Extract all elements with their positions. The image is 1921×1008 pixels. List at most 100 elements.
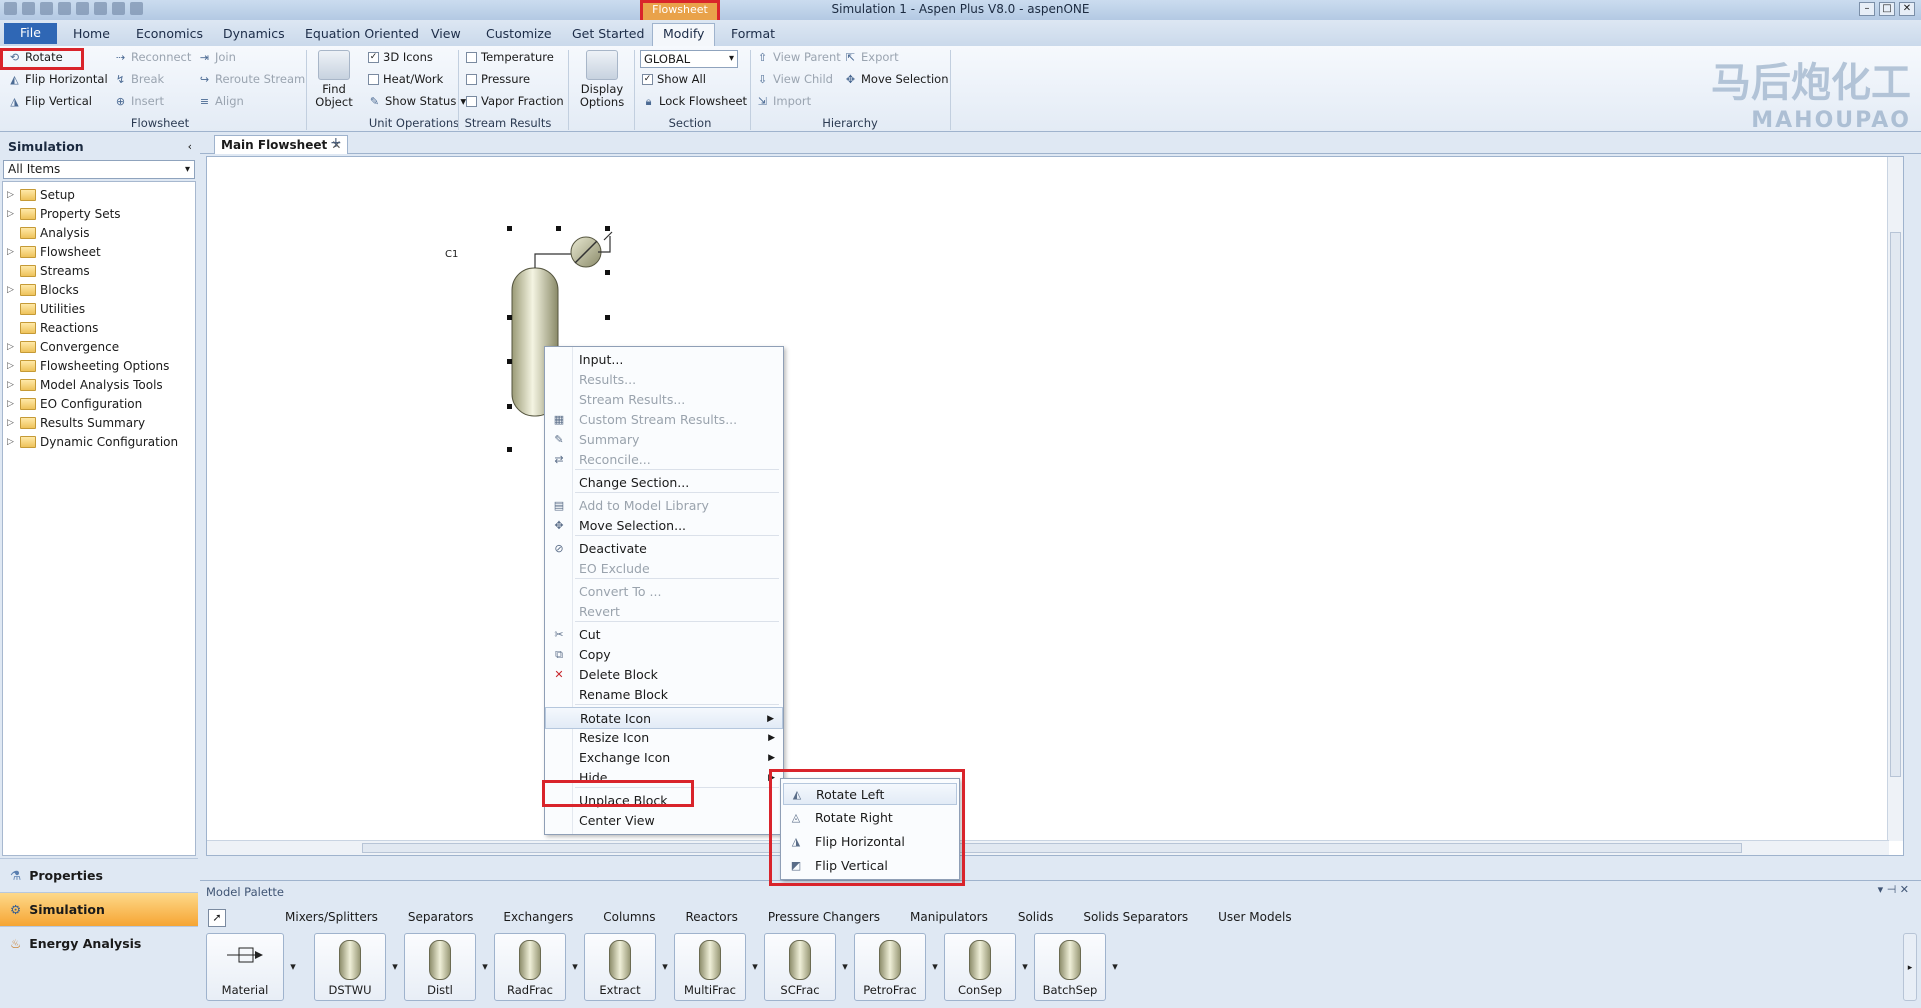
pressure-checkbox[interactable]: Pressure <box>466 72 530 86</box>
reroute-stream-button[interactable]: ↪ Reroute Stream <box>198 72 305 86</box>
palette-tab-solids[interactable]: Solids <box>1003 907 1069 927</box>
palette-item-extract[interactable]: Extract <box>584 933 656 1001</box>
menu-item-unplace-block[interactable]: Unplace Block <box>545 790 783 812</box>
menu-item-reconcile[interactable]: ⇄ Reconcile... <box>545 449 783 471</box>
palette-tab-columns[interactable]: Columns <box>588 907 670 927</box>
tree-item-convergence[interactable]: ▷ Convergence <box>3 337 195 356</box>
submenu-item-rotate-left[interactable]: ◭ Rotate Left <box>783 783 957 805</box>
expand-arrow-icon[interactable]: ▷ <box>7 190 17 200</box>
palette-tab-reactors[interactable]: Reactors <box>670 907 752 927</box>
temperature-checkbox[interactable]: Temperature <box>466 50 554 64</box>
palette-tab-user-models[interactable]: User Models <box>1203 907 1306 927</box>
menu-item-results[interactable]: Results... <box>545 369 783 391</box>
tab-format[interactable]: Format <box>731 24 775 44</box>
menu-item-eo-exclude[interactable]: EO Exclude <box>545 558 783 580</box>
tree-item-eo-configuration[interactable]: ▷ EO Configuration <box>3 394 195 413</box>
tab-view[interactable]: View <box>431 24 461 44</box>
chevron-down-icon[interactable]: ▾ <box>566 933 584 1001</box>
palette-tab-pressure-changers[interactable]: Pressure Changers <box>753 907 895 927</box>
menu-item-revert[interactable]: Revert <box>545 601 783 623</box>
tree-item-reactions[interactable]: Reactions <box>3 318 195 337</box>
selection-handle[interactable] <box>507 359 512 364</box>
expand-arrow-icon[interactable]: ▷ <box>7 342 17 352</box>
tab-equation-oriented[interactable]: Equation Oriented <box>305 24 419 44</box>
expand-arrow-icon[interactable]: ▷ <box>7 399 17 409</box>
chevron-down-icon[interactable]: ▾ <box>476 933 494 1001</box>
move-selection-button[interactable]: ✥ Move Selection <box>844 72 949 86</box>
tab-customize[interactable]: Customize <box>486 24 552 44</box>
expand-arrow-icon[interactable]: ▷ <box>7 285 17 295</box>
tab-economics[interactable]: Economics <box>136 24 203 44</box>
expand-arrow-icon[interactable]: ▷ <box>7 361 17 371</box>
filter-select[interactable]: All Items <box>3 160 195 179</box>
expand-arrow-icon[interactable]: ▷ <box>7 380 17 390</box>
reconnect-button[interactable]: ⇢ Reconnect <box>114 50 192 64</box>
menu-item-add-to-model-library[interactable]: ▤ Add to Model Library <box>545 495 783 517</box>
break-button[interactable]: ↯ Break <box>114 72 164 86</box>
menu-item-exchange-icon[interactable]: Exchange Icon ▶ <box>545 747 783 769</box>
palette-tab-exchangers[interactable]: Exchangers <box>488 907 588 927</box>
menu-item-deactivate[interactable]: ⊘ Deactivate <box>545 538 783 560</box>
palette-item-radfrac[interactable]: RadFrac <box>494 933 566 1001</box>
rotate-button[interactable]: ⟲ Rotate <box>8 50 63 64</box>
selection-handle[interactable] <box>507 447 512 452</box>
menu-item-cut[interactable]: ✂ Cut <box>545 624 783 646</box>
tree-item-flowsheeting-options[interactable]: ▷ Flowsheeting Options <box>3 356 195 375</box>
menu-item-convert-to[interactable]: Convert To ... <box>545 581 783 603</box>
menu-item-hide[interactable]: Hide ▶ <box>545 767 783 789</box>
tab-get-started[interactable]: Get Started <box>572 24 644 44</box>
tab-main-flowsheet[interactable]: Main Flowsheet ✕ <box>214 135 349 154</box>
palette-tab-mixers-splitters[interactable]: Mixers/Splitters <box>270 907 393 927</box>
chevron-down-icon[interactable]: ▾ <box>1106 933 1124 1001</box>
tree-item-blocks[interactable]: ▷ Blocks <box>3 280 195 299</box>
menu-item-summary[interactable]: ✎ Summary <box>545 429 783 451</box>
palette-item-batchsep[interactable]: BatchSep <box>1034 933 1106 1001</box>
flip-vertical-button[interactable]: ◮ Flip Vertical <box>8 94 92 108</box>
menu-item-custom-stream-results[interactable]: ▦ Custom Stream Results... <box>545 409 783 431</box>
nav-simulation[interactable]: ⚙ Simulation <box>0 892 198 926</box>
submenu-item-flip-horizontal[interactable]: ◮ Flip Horizontal <box>783 831 957 853</box>
tree-item-results-summary[interactable]: ▷ Results Summary <box>3 413 195 432</box>
menu-item-rename-block[interactable]: Rename Block <box>545 684 783 706</box>
palette-tab-manipulators[interactable]: Manipulators <box>895 907 1003 927</box>
tree-item-streams[interactable]: Streams <box>3 261 195 280</box>
collapse-pane-icon[interactable]: ‹ <box>188 140 192 153</box>
palette-item-material[interactable]: Material <box>206 933 284 1001</box>
show-all-checkbox[interactable]: ✓ Show All <box>642 72 706 86</box>
selection-handle[interactable] <box>507 315 512 320</box>
section-combo[interactable]: GLOBAL <box>640 50 738 68</box>
join-button[interactable]: ⇥ Join <box>198 50 236 64</box>
selection-handle[interactable] <box>507 404 512 409</box>
palette-item-distl[interactable]: Distl <box>404 933 476 1001</box>
lock-flowsheet-button[interactable]: 🔒︎ Lock Flowsheet <box>642 94 748 108</box>
heat-work-checkbox[interactable]: Heat/Work <box>368 72 443 86</box>
menu-item-input[interactable]: Input... <box>545 349 783 371</box>
align-button[interactable]: ≡ Align <box>198 94 244 108</box>
display-options-button[interactable]: Display Options <box>574 50 630 109</box>
horizontal-scroll-thumb[interactable] <box>362 843 1742 853</box>
view-child-button[interactable]: ⇩ View Child <box>756 72 833 86</box>
tree-item-model-analysis-tools[interactable]: ▷ Model Analysis Tools <box>3 375 195 394</box>
chevron-down-icon[interactable]: ▾ <box>746 933 764 1001</box>
expand-arrow-icon[interactable]: ▷ <box>7 418 17 428</box>
menu-item-delete-block[interactable]: ✕ Delete Block <box>545 664 783 686</box>
maximize-button[interactable]: □ <box>1879 2 1895 16</box>
nav-energy-analysis[interactable]: ♨ Energy Analysis <box>0 926 198 960</box>
tree-item-flowsheet[interactable]: ▷ Flowsheet <box>3 242 195 261</box>
tree-item-dynamic-configuration[interactable]: ▷ Dynamic Configuration <box>3 432 195 451</box>
flip-horizontal-button[interactable]: ◭ Flip Horizontal <box>8 72 107 86</box>
palette-item-scfrac[interactable]: SCFrac <box>764 933 836 1001</box>
chevron-down-icon[interactable]: ▾ <box>1016 933 1034 1001</box>
chevron-down-icon[interactable]: ▾ <box>656 933 674 1001</box>
submenu-item-rotate-right[interactable]: ◬ Rotate Right <box>783 807 957 829</box>
vapor-fraction-checkbox[interactable]: Vapor Fraction <box>466 94 564 108</box>
add-tab-icon[interactable]: + <box>330 135 342 151</box>
selection-handle[interactable] <box>507 226 512 231</box>
tree-item-property-sets[interactable]: ▷ Property Sets <box>3 204 195 223</box>
vertical-scrollbar[interactable] <box>1887 157 1903 841</box>
selection-handle[interactable] <box>605 315 610 320</box>
selection-handle[interactable] <box>605 270 610 275</box>
insert-button[interactable]: ⊕ Insert <box>114 94 164 108</box>
tab-dynamics[interactable]: Dynamics <box>223 24 285 44</box>
menu-item-change-section[interactable]: Change Section... <box>545 472 783 494</box>
